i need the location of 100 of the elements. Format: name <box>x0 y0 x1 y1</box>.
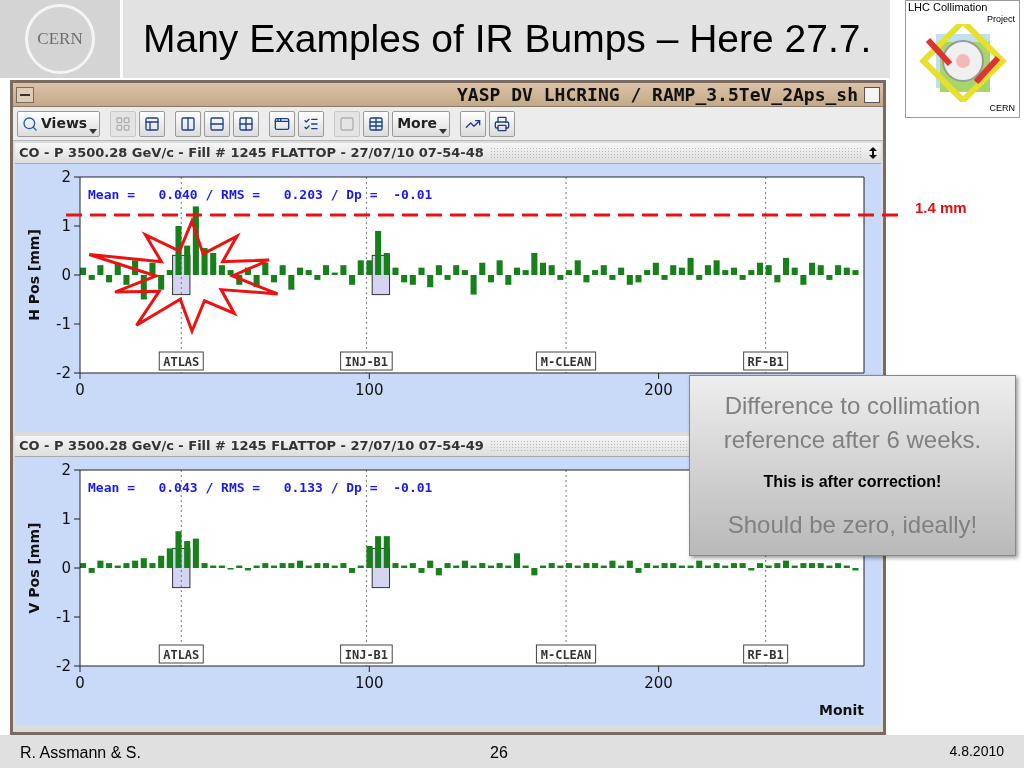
logo-subtitle: Project <box>987 14 1016 24</box>
bar <box>288 275 295 290</box>
bar <box>366 545 373 568</box>
toolbar-button[interactable] <box>139 110 166 137</box>
bar <box>158 555 165 568</box>
bar <box>210 252 217 275</box>
bar <box>88 275 95 280</box>
bar <box>783 257 790 275</box>
marker-tag: RF-B1 <box>743 351 789 371</box>
bar <box>652 262 659 275</box>
bar <box>574 260 581 275</box>
bar <box>366 260 373 275</box>
logo-org: CERN <box>989 101 1015 115</box>
callout-text: Difference to collimation reference after 6 weeks. <box>722 390 983 455</box>
bar <box>513 267 521 275</box>
bar <box>843 267 850 275</box>
tick-label: 0 <box>61 559 71 577</box>
bar <box>496 260 503 275</box>
bar <box>513 553 521 568</box>
bar <box>262 563 269 568</box>
bar <box>340 265 347 275</box>
bar <box>800 275 807 285</box>
panel-title: CO - P 3500.28 GeV/c - Fill # 1245 FLATTOP - 27/07/10 07-54-48 <box>19 144 484 163</box>
bar <box>852 270 859 275</box>
bar <box>635 568 642 573</box>
bar <box>713 260 720 275</box>
tick-label: -2 <box>56 657 71 675</box>
bar <box>158 275 165 290</box>
tick-label: 200 <box>644 674 673 692</box>
bar <box>296 267 304 275</box>
toolbar-button[interactable] <box>175 110 202 137</box>
ref-line-label: ATLAS <box>163 648 200 662</box>
bar <box>765 265 772 275</box>
bar <box>88 568 95 573</box>
bar <box>427 560 434 568</box>
bar <box>166 548 173 568</box>
toolbar-button[interactable] <box>233 110 260 137</box>
bar <box>418 568 425 573</box>
toolbar-button[interactable] <box>269 110 296 137</box>
bar <box>730 563 737 568</box>
ref-line-label: M-CLEAN <box>540 648 592 662</box>
bar <box>453 265 460 275</box>
bar <box>461 270 468 275</box>
bar <box>696 275 703 280</box>
bar <box>548 563 555 568</box>
toolbar-button[interactable] <box>460 110 487 137</box>
bar <box>218 265 225 275</box>
tick-label: 0 <box>61 266 71 284</box>
axis-title: Monit <box>819 702 864 718</box>
tick-label: 0 <box>75 674 85 692</box>
bar <box>644 270 651 275</box>
bar <box>539 262 547 275</box>
table-icon <box>368 115 385 132</box>
bar <box>774 563 781 568</box>
rows-icon <box>209 115 226 132</box>
callout-text: Should be zero, ideally! <box>727 510 978 541</box>
panel-title: CO - P 3500.28 GeV/c - Fill # 1245 FLATTOP - 27/07/10 07-54-49 <box>19 437 484 456</box>
bar <box>97 560 104 568</box>
bar <box>835 265 842 275</box>
bar <box>496 563 503 568</box>
bar <box>826 275 833 280</box>
bar <box>583 275 590 283</box>
tick-label: 100 <box>355 381 384 399</box>
bar <box>140 558 147 568</box>
dropdown-button[interactable]: More <box>392 110 451 137</box>
bar <box>531 252 538 275</box>
grid-icon <box>115 115 132 132</box>
bar <box>392 563 399 568</box>
ref-line-label: RF-B1 <box>747 355 784 369</box>
resize-icon[interactable] <box>869 147 877 159</box>
bar <box>852 568 859 571</box>
window-icon <box>274 115 291 132</box>
bar <box>756 262 764 275</box>
marker-tag: RF-B1 <box>743 644 789 664</box>
marker-tag: INJ-B1 <box>340 644 393 664</box>
bar <box>600 265 607 275</box>
toolbar-button[interactable] <box>489 110 516 137</box>
tick-label: 0 <box>75 381 85 399</box>
columns-icon <box>180 115 197 132</box>
bar <box>435 568 442 576</box>
bar <box>618 267 625 275</box>
bar <box>783 560 790 568</box>
toolbar-button[interactable] <box>363 110 390 137</box>
bar <box>279 563 286 568</box>
bar <box>444 563 451 568</box>
bar <box>409 275 416 285</box>
dropdown-button[interactable]: Views <box>17 110 101 137</box>
minimize-button[interactable] <box>16 86 34 103</box>
bar <box>314 275 321 280</box>
toolbar-button[interactable] <box>298 110 325 137</box>
bar <box>123 563 130 568</box>
bar <box>262 262 269 275</box>
tick-label: 1 <box>61 510 71 528</box>
toolbar-button[interactable] <box>204 110 231 137</box>
stats-text: Mean = 0.043 / RMS = 0.133 / Dp = -0.01 <box>88 480 433 495</box>
bar <box>592 563 599 568</box>
maximize-button[interactable] <box>864 86 880 103</box>
marker-tag: INJ-B1 <box>340 351 393 371</box>
ref-line-label: ATLAS <box>163 355 200 369</box>
bar <box>835 563 842 568</box>
